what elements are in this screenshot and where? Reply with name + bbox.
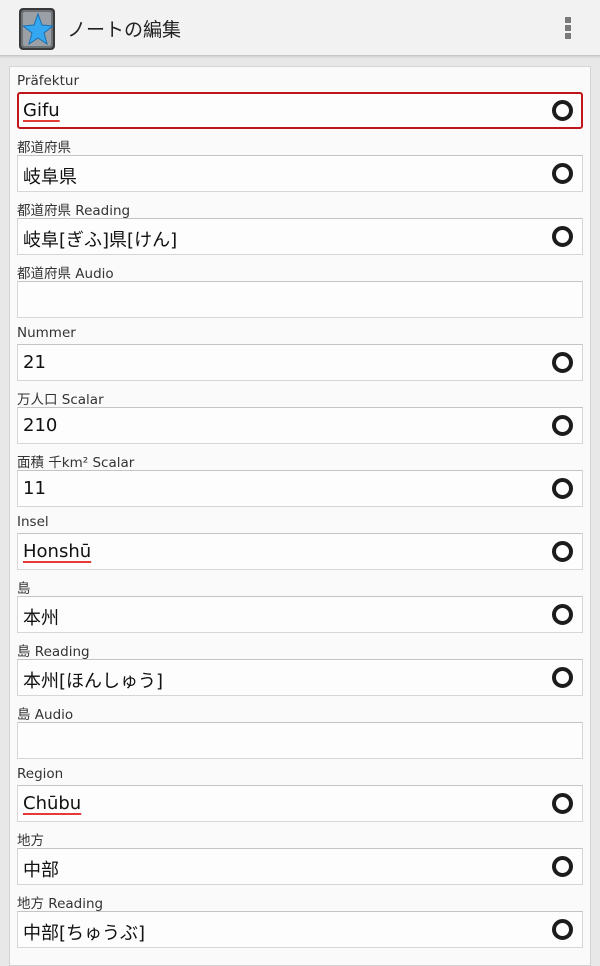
field-value[interactable]: 中部[ちゅうぶ]: [23, 919, 145, 945]
field-value[interactable]: Gifu: [23, 100, 60, 121]
field-input[interactable]: [17, 281, 583, 318]
field-input[interactable]: 岐阜県: [17, 155, 583, 192]
media-button-icon[interactable]: [552, 919, 573, 940]
media-button-icon[interactable]: [552, 163, 573, 184]
field-input[interactable]: 中部: [17, 848, 583, 885]
field-input[interactable]: 岐阜[ぎふ]県[けん]: [17, 218, 583, 255]
field-input[interactable]: 本州[ほんしゅう]: [17, 659, 583, 696]
field-value[interactable]: 210: [23, 415, 57, 436]
field-input[interactable]: 11: [17, 470, 583, 507]
field-value[interactable]: 岐阜[ぎふ]県[けん]: [23, 226, 177, 252]
media-button-icon[interactable]: [552, 667, 573, 688]
media-button-icon[interactable]: [552, 604, 573, 625]
field-label: 万人口 Scalar: [17, 392, 104, 408]
field-value[interactable]: 21: [23, 352, 46, 373]
field-label: 地方: [17, 833, 44, 849]
media-button-icon[interactable]: [552, 541, 573, 562]
field-input[interactable]: 中部[ちゅうぶ]: [17, 911, 583, 948]
field-value[interactable]: 11: [23, 478, 46, 499]
field-input[interactable]: [17, 722, 583, 759]
overflow-menu-icon[interactable]: [556, 12, 580, 44]
field-value[interactable]: 本州[ほんしゅう]: [23, 667, 163, 693]
field-value[interactable]: 本州: [23, 604, 59, 630]
media-button-icon[interactable]: [552, 100, 573, 121]
field-label: Nummer: [17, 325, 76, 341]
field-input[interactable]: Chūbu: [17, 785, 583, 822]
field-label: 都道府県 Reading: [17, 203, 131, 219]
field-value[interactable]: Honshū: [23, 541, 91, 562]
media-button-icon[interactable]: [552, 352, 573, 373]
media-button-icon[interactable]: [552, 793, 573, 814]
field-label: Präfektur: [17, 73, 80, 89]
media-button-icon[interactable]: [552, 226, 573, 247]
field-input[interactable]: Gifu: [17, 92, 583, 129]
screen-title: ノートの編集: [67, 19, 182, 41]
field-label: Region: [17, 766, 64, 782]
field-label: 都道府県: [17, 140, 71, 156]
field-input[interactable]: Honshū: [17, 533, 583, 570]
field-value[interactable]: 中部: [23, 856, 59, 882]
field-label: Insel: [17, 514, 49, 530]
field-label: 島 Reading: [17, 644, 90, 660]
field-value[interactable]: Chūbu: [23, 793, 81, 814]
media-button-icon[interactable]: [552, 856, 573, 877]
field-label: 都道府県 Audio: [17, 266, 114, 282]
field-input[interactable]: 本州: [17, 596, 583, 633]
field-label: 面積 千km² Scalar: [17, 455, 135, 471]
field-label: 島 Audio: [17, 707, 74, 723]
field-value[interactable]: 岐阜県: [23, 163, 77, 189]
field-label: 地方 Reading: [17, 896, 104, 912]
field-input[interactable]: 21: [17, 344, 583, 381]
ankidroid-star-icon[interactable]: [18, 5, 56, 51]
action-bar: ノートの編集: [0, 0, 600, 56]
media-button-icon[interactable]: [552, 415, 573, 436]
field-input[interactable]: 210: [17, 407, 583, 444]
field-label: 島: [17, 581, 31, 597]
media-button-icon[interactable]: [552, 478, 573, 499]
